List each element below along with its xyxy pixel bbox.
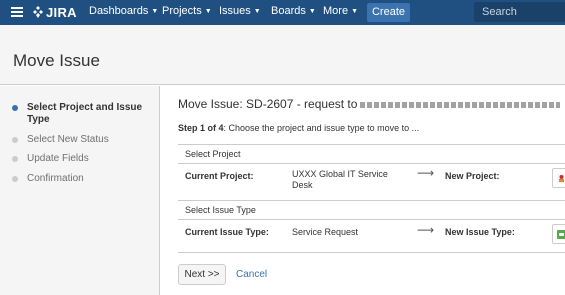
step-select-new-status: Select New Status — [12, 134, 145, 146]
create-button[interactable]: Create — [367, 3, 410, 22]
current-issue-type-label: Current Issue Type: — [185, 227, 269, 237]
jira-logo-text: JIRA — [46, 4, 77, 20]
move-issue-form: Move Issue: SD-2607 - request to Step 1 … — [161, 86, 565, 295]
step-label: Confirmation — [27, 173, 84, 184]
nav-dashboards-label: Dashboards — [89, 5, 149, 17]
new-project-label: New Project: — [445, 171, 500, 181]
redacted-summary — [360, 101, 561, 108]
step-label: Select Project and Issue Type — [27, 102, 143, 125]
new-project-select[interactable] — [552, 168, 565, 188]
select-project-heading: Select Project — [185, 149, 241, 159]
nav-more[interactable]: More ▼ — [323, 5, 358, 17]
current-project-label: Current Project: — [185, 171, 254, 181]
nav-more-label: More — [323, 5, 349, 17]
chevron-down-icon: ▼ — [308, 8, 316, 15]
issue-heading-text: Move Issue: SD-2607 - request to — [178, 97, 358, 111]
new-issue-type-select[interactable] — [552, 224, 565, 244]
current-issue-type-value: Service Request — [292, 227, 359, 237]
project-avatar-icon — [557, 174, 565, 183]
next-button[interactable]: Next >> — [178, 264, 226, 285]
issue-heading: Move Issue: SD-2607 - request to — [178, 97, 561, 111]
divider — [178, 200, 565, 201]
page-title: Move Issue — [13, 51, 100, 70]
nav-projects-label: Projects — [162, 5, 202, 17]
nav-projects[interactable]: Projects ▼ — [162, 5, 212, 17]
jira-logo[interactable]: JIRA — [33, 4, 77, 20]
divider — [178, 144, 565, 145]
service-request-icon — [557, 230, 565, 239]
app-switcher-menu-icon[interactable] — [11, 7, 23, 17]
step-label: Select New Status — [27, 134, 109, 145]
divider — [178, 219, 565, 220]
step-confirmation: Confirmation — [12, 173, 145, 185]
current-step-dot-icon — [12, 105, 18, 111]
step-instructions-text: : Choose the project and issue type to m… — [223, 123, 420, 133]
wizard-steps-sidebar: Select Project and Issue Type Select New… — [0, 86, 160, 295]
chevron-down-icon: ▼ — [351, 8, 358, 15]
arrow-right-icon: ⟶ — [417, 223, 435, 237]
jira-logo-icon — [33, 6, 43, 18]
divider — [178, 252, 565, 253]
nav-issues-label: Issues — [219, 5, 251, 17]
chevron-down-icon: ▼ — [151, 8, 159, 15]
nav-dashboards[interactable]: Dashboards ▼ — [89, 5, 158, 17]
step-update-fields: Update Fields — [12, 153, 145, 165]
divider — [178, 163, 565, 164]
chevron-down-icon: ▼ — [204, 8, 212, 15]
cancel-link[interactable]: Cancel — [236, 269, 267, 280]
page-header: Move Issue — [0, 25, 565, 85]
step-dot-icon — [12, 156, 18, 162]
step-select-project-and-issue-type: Select Project and Issue Type — [12, 102, 145, 126]
step-instructions: Step 1 of 4: Choose the project and issu… — [178, 123, 419, 133]
nav-issues[interactable]: Issues ▼ — [219, 5, 261, 17]
select-issue-type-heading: Select Issue Type — [185, 205, 256, 215]
step-counter: Step 1 of 4 — [178, 123, 224, 133]
nav-boards[interactable]: Boards ▼ — [271, 5, 316, 17]
search-input[interactable] — [474, 2, 565, 22]
step-dot-icon — [12, 176, 18, 182]
current-project-value: UXXX Global IT Service Desk — [292, 169, 388, 190]
step-label: Update Fields — [27, 153, 89, 164]
step-dot-icon — [12, 137, 18, 143]
nav-boards-label: Boards — [271, 5, 306, 17]
new-issue-type-label: New Issue Type: — [445, 227, 515, 237]
arrow-right-icon: ⟶ — [417, 166, 435, 180]
top-navigation-bar: JIRA Dashboards ▼ Projects ▼ Issues ▼ Board… — [0, 0, 565, 25]
chevron-down-icon: ▼ — [253, 8, 261, 15]
